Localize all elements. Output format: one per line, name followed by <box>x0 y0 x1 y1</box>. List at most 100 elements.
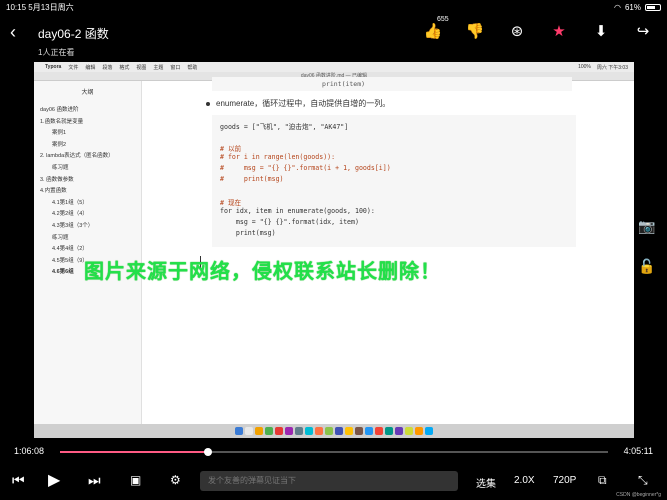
video-title: day06-2 函数 <box>38 27 109 41</box>
dock-app-icon <box>365 427 373 435</box>
outline-title: 大纲 <box>81 90 94 96</box>
code-line: msg = "{} {}".format(idx, item) <box>220 218 359 227</box>
status-bar: 10:15 5月13日周六 ◠ 61% <box>0 0 667 14</box>
code-line: # for i in range(len(goods)): <box>220 153 336 162</box>
back-icon[interactable]: ‹ <box>10 22 16 43</box>
mac-clock: 周六 下午3:03 <box>596 64 628 71</box>
play-icon[interactable]: ▶ <box>48 470 60 490</box>
watermark-text: 图片来源于网络，侵权联系站长删除！ <box>84 261 441 283</box>
share-icon[interactable]: ↪ <box>633 22 653 40</box>
dock-app-icon <box>395 427 403 435</box>
dock-app-icon <box>325 427 333 435</box>
code-line: # msg = "{} {}".format(i + 1, goods[i]) <box>220 164 391 173</box>
progress-thumb[interactable] <box>203 448 212 456</box>
mac-menus: Typora 文件 编辑 段落 格式 视图 主题 窗口 帮助 <box>45 64 197 71</box>
status-date: 5月13日周六 <box>28 2 74 12</box>
outline-item[interactable]: 4.内置函数 <box>34 186 141 198</box>
bullet-item: enumerate，循环过程中，自动提供自增的一列。 <box>206 98 390 109</box>
current-time: 1:06:08 <box>14 446 45 456</box>
outline-item[interactable]: 练习题 <box>34 163 141 175</box>
mac-menu-item: 窗口 <box>170 64 181 71</box>
outline-item[interactable]: 3. 函数做参数 <box>34 175 141 187</box>
code-line: print(msg) <box>220 228 276 237</box>
progress-bar[interactable] <box>60 448 608 456</box>
dock-app-icon <box>375 427 383 435</box>
quality-button[interactable]: 720P <box>553 475 576 486</box>
dock-app-icon <box>285 427 293 435</box>
mac-menu-item: 文件 <box>68 64 79 71</box>
outline-panel: 大纲 day06 函数进阶 1.函数名就是变量 案例1 案例2 2. lambda表达式… <box>34 81 142 424</box>
dock-app-icon <box>385 427 393 435</box>
mac-dock <box>34 424 634 438</box>
danmaku-input[interactable] <box>200 471 458 491</box>
progress-fill <box>60 451 208 453</box>
dock-app-icon <box>275 427 283 435</box>
bullet-dot <box>206 101 210 106</box>
dock-app-icon <box>255 427 263 435</box>
dock-app-icon <box>245 427 253 435</box>
mac-menu-item: 编辑 <box>85 64 96 71</box>
code-line: for idx, item in enumerate(goods, 100): <box>220 207 375 216</box>
cast-icon[interactable]: ⧉ <box>598 473 607 488</box>
credit-text: CSDN @beginner*g <box>616 492 661 498</box>
outline-item[interactable]: 4.1第1组（5） <box>34 198 141 210</box>
mac-menu-item: 视图 <box>136 64 147 71</box>
video-frame[interactable]: Typora 文件 编辑 段落 格式 视图 主题 窗口 帮助 100% 周六 下午3:03 da… <box>34 62 634 438</box>
mac-menu-item: 段落 <box>102 64 113 71</box>
player-controls: ⏮ ▶ ⏭ ▣ ⚙ 选集 2.0X 720P ⧉ ⤡ <box>0 468 667 496</box>
outline-item[interactable]: 案例1 <box>34 128 141 140</box>
outline-item[interactable]: day06 函数进阶 <box>34 105 141 117</box>
previous-icon[interactable]: ⏮ <box>12 472 25 489</box>
dock-app-icon <box>295 427 303 435</box>
mac-menu-item: Typora <box>45 63 62 70</box>
screenshot-camera-icon[interactable]: 📷 <box>638 218 655 235</box>
outline-item[interactable]: 案例2 <box>34 140 141 152</box>
battery-icon <box>645 3 661 11</box>
wifi-icon: ◠ <box>614 2 621 12</box>
outline-item[interactable]: 2. lambda表达式（匿名函数） <box>34 151 141 163</box>
code-block-previous: print(item) <box>212 77 572 91</box>
download-icon[interactable]: ⬇ <box>591 22 611 40</box>
favorite-star-icon[interactable]: ★ <box>549 22 569 40</box>
dock-app-icon <box>335 427 343 435</box>
like-count: 655 <box>437 16 449 23</box>
dock-app-icon <box>425 427 433 435</box>
mac-menu-item: 帮助 <box>187 64 198 71</box>
outline-item[interactable]: 4.2第2组（4） <box>34 209 141 221</box>
outline-item[interactable]: 练习题 <box>34 233 141 245</box>
danmaku-toggle-icon[interactable]: ▣ <box>130 473 141 487</box>
mac-menu-item: 主题 <box>153 64 164 71</box>
outline-item[interactable]: 1.函数名就是变量 <box>34 117 141 129</box>
dock-app-icon <box>315 427 323 435</box>
code-line: goods = ["飞机", "迫击炮", "AK47"] <box>220 123 349 131</box>
code-line: # print(msg) <box>220 174 284 183</box>
editor-area[interactable]: print(item) enumerate，循环过程中，自动提供自增的一列。 g… <box>142 77 634 424</box>
dock-app-icon <box>355 427 363 435</box>
status-time: 10:15 <box>6 2 27 12</box>
outline-item[interactable]: 4.3第3组（3个） <box>34 221 141 233</box>
code-block: goods = ["飞机", "迫击炮", "AK47"] # 以前 # for i… <box>212 115 576 247</box>
bullet-text: enumerate，循环过程中，自动提供自增的一列。 <box>216 99 391 108</box>
mac-battery: 100% <box>578 63 591 70</box>
like-icon[interactable]: 👍 655 <box>423 16 449 40</box>
select-episode-button[interactable]: 选集 <box>476 475 496 490</box>
dislike-icon[interactable]: 👎 <box>465 22 485 40</box>
dock-app-icon <box>235 427 243 435</box>
total-time: 4:05:11 <box>623 446 653 456</box>
dock-app-icon <box>265 427 273 435</box>
dock-app-icon <box>415 427 423 435</box>
coin-icon[interactable]: ⊛ <box>507 22 527 40</box>
fullscreen-exit-icon[interactable]: ⤡ <box>638 473 648 488</box>
code-line: # 现在 <box>220 198 242 207</box>
danmaku-settings-icon[interactable]: ⚙ <box>170 473 181 487</box>
mac-menu-item: 格式 <box>119 64 130 71</box>
speed-button[interactable]: 2.0X <box>514 475 535 486</box>
like-glyph: 👍 <box>423 23 443 40</box>
screen-lock-icon[interactable]: 🔓 <box>638 258 655 275</box>
dock-app-icon <box>405 427 413 435</box>
next-icon[interactable]: ⏭ <box>88 472 101 489</box>
outline-item[interactable]: 4.4第4组（2） <box>34 244 141 256</box>
dock-app-icon <box>305 427 313 435</box>
